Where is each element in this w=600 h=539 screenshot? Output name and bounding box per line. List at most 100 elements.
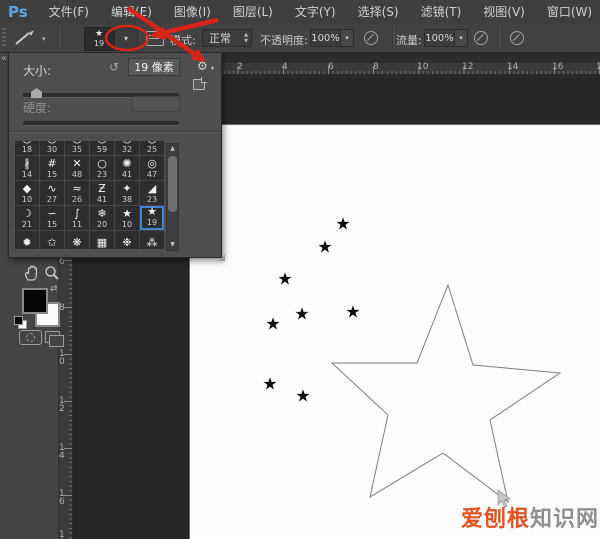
brush-preset-cell[interactable]: ▦ (90, 231, 114, 249)
brush-preset-cell[interactable]: ❄ 20 (90, 206, 114, 230)
brush-tip-icon: ∿ (47, 181, 56, 195)
new-preset-icon[interactable] (193, 79, 205, 90)
brush-size-label: 18 (22, 145, 32, 155)
menu-items: 文件(F)编辑(E)图像(I)图层(L)文字(Y)选择(S)滤镜(T)视图(V)… (38, 0, 600, 24)
opacity-label: 不透明度: (260, 32, 308, 48)
menu-item[interactable]: 编辑(E) (100, 0, 163, 24)
brush-tip-icon: ★ (147, 205, 157, 218)
brush-preset-cell[interactable]: ◎ 47 (140, 156, 164, 180)
brush-preset-cell[interactable]: ★ 19 (140, 206, 164, 230)
brush-preset-cell[interactable]: ✦ 38 (115, 181, 139, 205)
menu-item[interactable]: 图层(L) (222, 0, 284, 24)
brush-preset-cell[interactable]: ≈ 26 (65, 181, 89, 205)
panel-resize-grip[interactable]: ◢ (218, 253, 225, 263)
pressure-opacity-icon[interactable] (364, 31, 378, 45)
brush-preset-cell[interactable]: ∽ 15 (40, 206, 64, 230)
flow-caret-icon[interactable]: ▾ (455, 29, 468, 47)
reset-size-icon[interactable]: ↺ (109, 60, 119, 74)
brush-tip-icon: ○ (97, 156, 107, 170)
menu-item[interactable]: 滤镜(T) (410, 0, 473, 24)
brush-preset-cell[interactable]: ◡ 35 (65, 141, 89, 155)
brush-tool-icon[interactable] (12, 29, 38, 47)
size-slider-thumb[interactable] (31, 88, 42, 98)
brush-preset-cell[interactable]: Ƶ 41 (90, 181, 114, 205)
menu-item[interactable]: 选择(S) (347, 0, 410, 24)
swap-colors-icon[interactable]: ⇄ (50, 284, 58, 294)
brush-preset-cell[interactable]: ✕ 48 (65, 156, 89, 180)
brush-tip-icon: ❉ (122, 231, 131, 249)
brush-preset-cell[interactable]: ⁂ (140, 231, 164, 249)
brush-preset-cell[interactable]: ∫ 11 (65, 206, 89, 230)
brush-tip-icon: ∫ (74, 206, 80, 220)
brush-preset-cell[interactable]: ◡ 25 (140, 141, 164, 155)
brush-preset-cell[interactable]: ○ 23 (90, 156, 114, 180)
gear-icon[interactable]: ⚙ (197, 59, 208, 73)
flow-value[interactable]: 100% (424, 29, 455, 47)
brush-preset-cell[interactable]: ◢ 23 (140, 181, 164, 205)
brush-preset-cell[interactable]: ✹ (15, 231, 39, 249)
options-grip (2, 28, 6, 48)
opacity-value[interactable]: 100% (310, 29, 341, 47)
brush-size-label: 20 (97, 220, 107, 230)
brush-preset-cell[interactable]: ★ 10 (115, 206, 139, 230)
brush-preset-cell[interactable]: # 15 (40, 156, 64, 180)
tool-preset-caret-icon[interactable]: ▾ (42, 35, 46, 43)
blend-mode-select[interactable]: 正常 ▲▼ (202, 29, 252, 47)
brush-tip-icon: ✺ (122, 156, 131, 170)
hand-tool-icon[interactable] (23, 264, 41, 282)
brush-preset-preview[interactable]: ★ 19 (84, 27, 114, 51)
brush-size-label: 32 (122, 145, 132, 155)
brush-picker-dropdown-button[interactable]: ▾ (114, 27, 138, 51)
size-input[interactable]: 19 像素 (128, 58, 180, 76)
menu-item[interactable]: 视图(V) (472, 0, 536, 24)
menu-item[interactable]: 窗口(W) (536, 0, 600, 24)
brush-preset-cell[interactable]: ◡ 18 (15, 141, 39, 155)
canvas[interactable] (189, 124, 600, 539)
brush-tip-icon: ◢ (148, 181, 156, 195)
brush-star-icon: ★ (95, 30, 103, 39)
brush-preset-cell[interactable]: ◡ 32 (115, 141, 139, 155)
brush-grid: ◡ 18 ◡ 30 ◡ 35 ◡ 59 (15, 141, 164, 249)
brush-tip-icon: ◆ (23, 181, 31, 195)
brush-grid-scrollbar[interactable]: ▲ ▼ (166, 143, 179, 251)
brush-preset-cell[interactable]: ❉ (115, 231, 139, 249)
tool-options-bar: ▾ ★ 19 ▾ 模式: 正常 ▲▼ 不透明度: 100% ▾ 流量: 100%… (0, 24, 600, 53)
brush-size-label: 25 (147, 145, 157, 155)
hardness-slider (23, 121, 179, 126)
brush-size-label: 15 (47, 220, 57, 230)
collapse-panel-icon[interactable]: « (1, 53, 7, 64)
quick-mask-button[interactable] (19, 330, 42, 345)
menu-item[interactable]: 文字(Y) (284, 0, 347, 24)
brush-tip-icon: ❋ (72, 231, 81, 249)
scroll-up-icon[interactable]: ▲ (167, 144, 178, 154)
brush-size-label: 27 (47, 195, 57, 205)
brush-preset-cell[interactable]: ◡ 30 (40, 141, 64, 155)
menu-item[interactable]: 文件(F) (38, 0, 100, 24)
screen-mode-button[interactable] (45, 331, 60, 343)
blend-mode-value: 正常 (209, 32, 231, 45)
brush-preset-cell[interactable]: ∿ 27 (40, 181, 64, 205)
menu-item[interactable]: 图像(I) (163, 0, 222, 24)
spinner-icon: ▲▼ (244, 32, 248, 44)
opacity-caret-icon[interactable]: ▾ (341, 29, 354, 47)
toggle-brush-panel-button[interactable] (146, 31, 164, 46)
photoshop-logo: Ps (8, 3, 28, 21)
brush-preset-cell[interactable]: ✺ 41 (115, 156, 139, 180)
scrollbar-thumb[interactable] (168, 156, 177, 212)
foreground-color-swatch[interactable] (22, 288, 48, 314)
default-colors-icon[interactable] (14, 316, 26, 328)
brush-preset-cell[interactable]: ∦ 14 (15, 156, 39, 180)
brush-preset-cell[interactable]: ◆ 10 (15, 181, 39, 205)
size-label: 大小: (23, 62, 51, 79)
pressure-size-icon[interactable] (510, 31, 524, 45)
airbrush-icon[interactable] (474, 31, 488, 45)
brush-tip-icon: ✩ (47, 231, 56, 249)
brush-preset-cell[interactable]: ✩ (40, 231, 64, 249)
brush-preset-cell[interactable]: ❋ (65, 231, 89, 249)
gear-caret-icon[interactable]: ▾ (211, 65, 214, 72)
zoom-tool-icon[interactable] (43, 264, 61, 282)
brush-tip-icon: ∦ (24, 156, 30, 170)
brush-preset-cell[interactable]: ◡ 59 (90, 141, 114, 155)
brush-preset-cell[interactable]: ☽ 21 (15, 206, 39, 230)
scroll-down-icon[interactable]: ▼ (167, 240, 178, 250)
